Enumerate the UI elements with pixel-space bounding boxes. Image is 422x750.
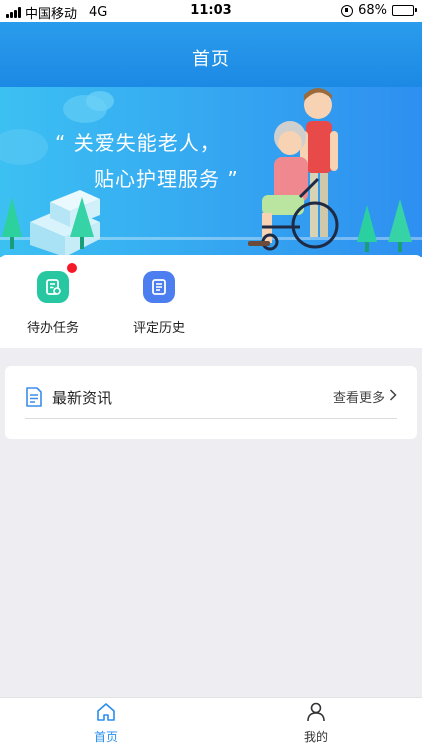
battery-icon [392, 5, 417, 16]
orientation-lock-icon [341, 4, 354, 17]
banner-slogan-line1: “ 关爱失能老人， [55, 131, 221, 155]
user-icon [305, 702, 327, 726]
quick-action-label: 待办任务 [26, 321, 79, 336]
tab-bar: 首页 我的 [0, 697, 422, 750]
tab-mine[interactable]: 我的 [286, 702, 346, 745]
assessment-history-icon [143, 271, 175, 303]
tab-label: 我的 [303, 730, 328, 744]
banner[interactable]: “ 关爱失能老人， 贴心护理服务 ” [0, 87, 422, 257]
tab-label: 首页 [93, 730, 118, 744]
quick-actions-panel: 待办任务 评定历史 [0, 255, 422, 348]
status-right: 68% [341, 3, 417, 18]
page-title: 首页 [192, 48, 230, 70]
quick-action-todo-task[interactable]: 待办任务 [13, 263, 93, 336]
view-more-link[interactable]: 查看更多 [333, 387, 397, 406]
notification-badge [67, 263, 77, 273]
news-section-title: 最新资讯 [52, 389, 113, 407]
news-card: 最新资讯 查看更多 [5, 366, 417, 439]
banner-slogan-line2: 贴心护理服务 ” [94, 167, 239, 191]
todo-task-icon [37, 263, 77, 303]
tab-home[interactable]: 首页 [76, 702, 136, 745]
divider [25, 418, 397, 419]
battery-percent: 68% [358, 3, 387, 18]
view-more-label: 查看更多 [332, 391, 385, 406]
quick-action-assessment-history[interactable]: 评定历史 [119, 271, 199, 336]
home-icon [95, 703, 117, 726]
nav-bar: 首页 [0, 22, 422, 87]
quick-action-label: 评定历史 [132, 321, 185, 336]
document-icon [25, 387, 43, 411]
status-bar: 中国移动 4G 11:03 68% [0, 0, 422, 22]
chevron-right-icon [389, 388, 397, 405]
